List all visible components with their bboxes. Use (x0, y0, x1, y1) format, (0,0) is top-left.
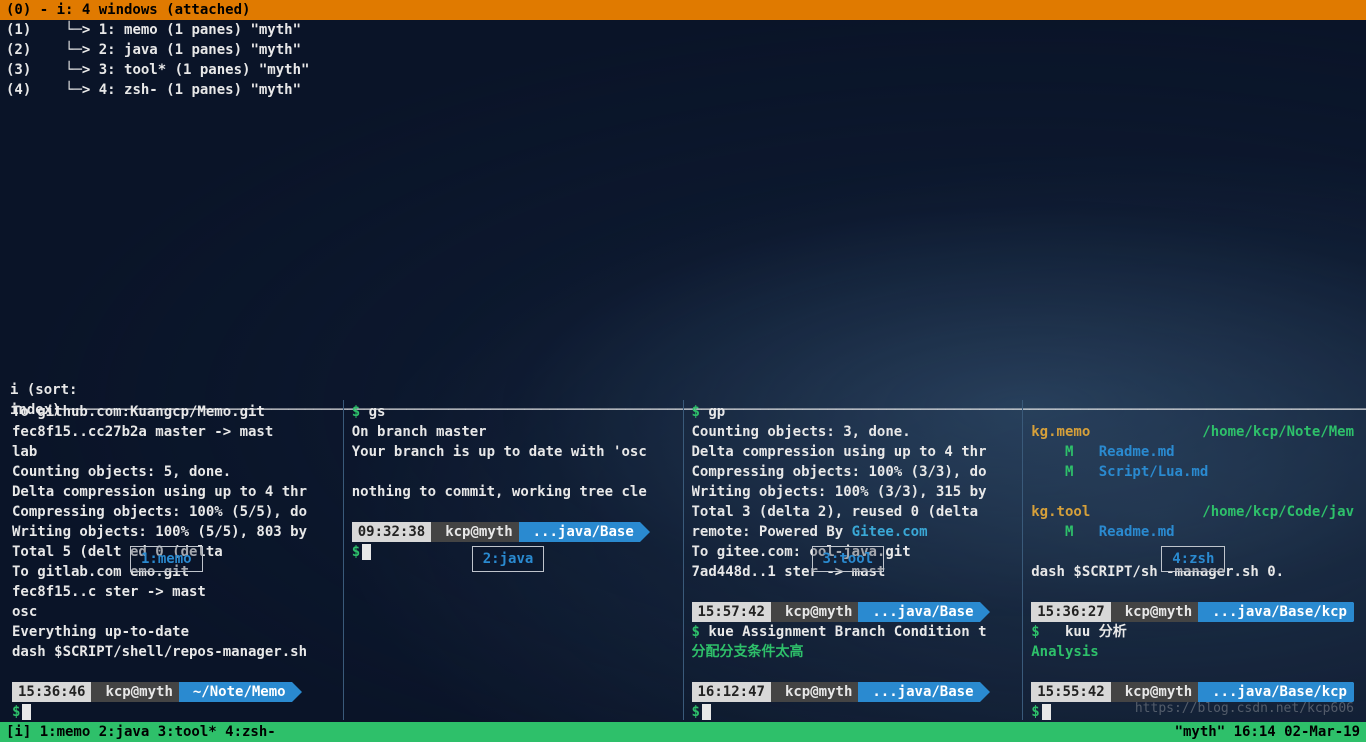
pane-label: 3:tool (812, 546, 885, 572)
prompt: 16:12:47kcp@myth...java/Base (692, 682, 1015, 702)
cursor-icon (1042, 704, 1051, 720)
prompt: 15:57:42kcp@myth...java/Base (692, 602, 1015, 622)
status-right: "myth" 16:14 02-Mar-19 (1175, 722, 1360, 742)
session-row[interactable]: (2) └─> 2: java (1 panes) "myth" (6, 40, 1360, 60)
session-row[interactable]: (3) └─> 3: tool* (1 panes) "myth" (6, 60, 1360, 80)
prompt: 15:55:42kcp@myth...java/Base/kcp (1031, 682, 1354, 702)
status-left: [i] 1:memo 2:java 3:tool* 4:zsh- (6, 722, 276, 742)
watermark: https://blog.csdn.net/kcp606 (1135, 701, 1354, 716)
prompt: 15:36:27kcp@myth...java/Base/kcp (1031, 602, 1354, 622)
pane-label: 4:zsh (1161, 546, 1225, 572)
pane-4-zsh[interactable]: kg.memo/home/kcp/Note/Mem M Readme.md M … (1022, 400, 1362, 720)
pane-label: 1:memo (130, 546, 203, 572)
pane-1-memo[interactable]: To github.com:Kuangcp/Memo.git fec8f15..… (4, 400, 343, 720)
prompt: 09:32:38kcp@myth...java/Base (352, 522, 675, 542)
session-row[interactable]: (1) └─> 1: memo (1 panes) "myth" (6, 20, 1360, 40)
tmux-statusbar: [i] 1:memo 2:java 3:tool* 4:zsh- "myth" … (0, 722, 1366, 742)
cursor-icon (22, 704, 31, 720)
pane-3-tool[interactable]: $ gp Counting objects: 3, done. Delta co… (683, 400, 1023, 720)
pane-2-java[interactable]: $ $ gsgs On branch master Your branch is… (343, 400, 683, 720)
pane-label: 2:java (472, 546, 545, 572)
prompt: 15:36:46kcp@myth~/Note/Memo (12, 682, 335, 702)
pane-previews: To github.com:Kuangcp/Memo.git fec8f15..… (0, 400, 1366, 720)
sort-indicator: i (sort: index)─────────────────────────… (0, 380, 1366, 400)
cursor-icon (702, 704, 711, 720)
titlebar: (0) - i: 4 windows (attached) (0, 0, 1366, 20)
tmux-session-list: (1) └─> 1: memo (1 panes) "myth" (2) └─>… (0, 20, 1366, 100)
cursor-icon (362, 544, 371, 560)
session-row[interactable]: (4) └─> 4: zsh- (1 panes) "myth" (6, 80, 1360, 100)
